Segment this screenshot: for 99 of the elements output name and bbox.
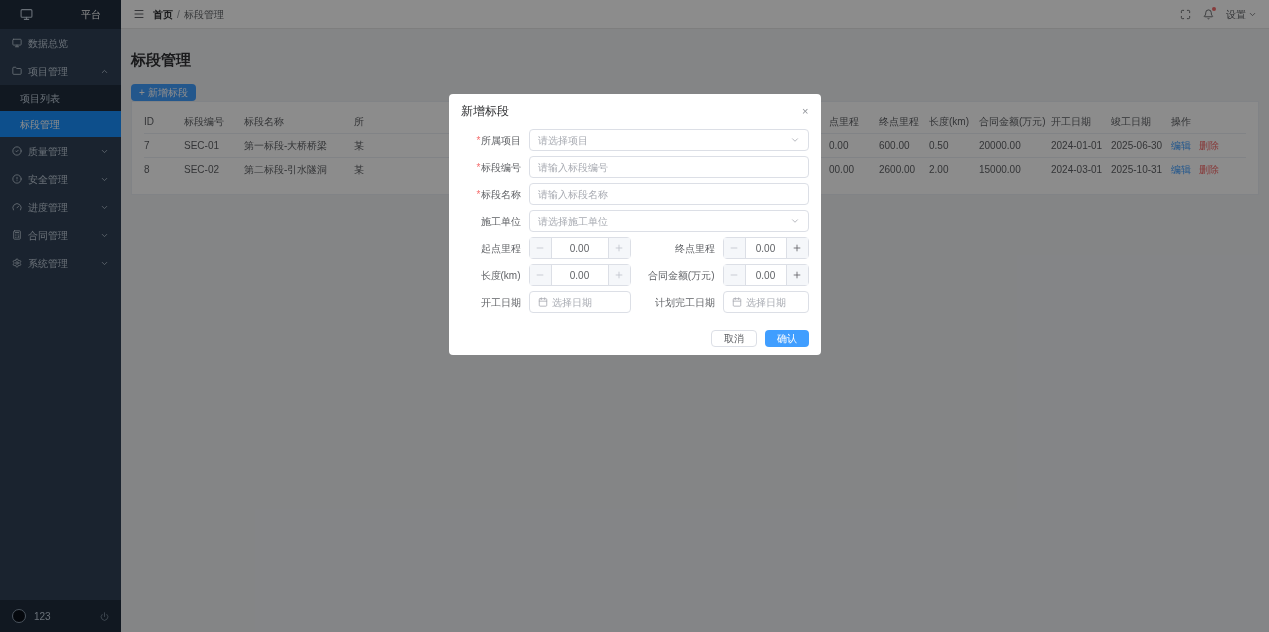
plus-icon	[614, 270, 624, 280]
table-cell: 2025-06-30	[1111, 140, 1163, 151]
field-label: 长度(km)	[479, 268, 521, 283]
plus-icon	[792, 243, 802, 253]
table-cell: 2025-10-31	[1111, 164, 1163, 176]
dialog-title: 新增标段	[460, 103, 509, 120]
table-cell: 20000.00	[979, 140, 1021, 151]
calculator-icon	[12, 230, 22, 240]
table-cell: 2024-03-01	[1051, 164, 1103, 176]
table-cell: 2.00	[929, 164, 949, 176]
column-header: 点里程	[829, 115, 859, 127]
table-cell: 600.00	[879, 140, 910, 151]
select-field[interactable]: 请选择项目	[528, 129, 809, 151]
table-cell: 2024-01-01	[1051, 140, 1103, 151]
cancel-button[interactable]: 取消	[710, 330, 757, 347]
number-value: 0.00	[568, 268, 591, 283]
settings-icon	[12, 258, 22, 268]
edit-link[interactable]: 编辑	[1171, 138, 1191, 153]
chevron-icon	[789, 135, 800, 145]
select-field[interactable]: 请选择施工单位	[528, 210, 809, 232]
menu-item[interactable]: 系统管理	[0, 249, 121, 277]
column-header: 竣工日期	[1111, 115, 1151, 127]
field-label: 计划完工日期	[653, 295, 715, 310]
plus-button[interactable]	[785, 265, 808, 285]
table-cell: 2600.00	[879, 164, 916, 176]
fullscreen-icon[interactable]	[1180, 8, 1191, 20]
plus-icon	[792, 270, 802, 280]
table-cell: 00.00	[829, 164, 855, 176]
breadcrumb-item[interactable]: 首页	[153, 6, 173, 22]
table-cell: 某	[354, 164, 364, 176]
table-cell: 15000.00	[979, 164, 1021, 176]
gauge-icon	[12, 202, 22, 212]
field-label: 终点里程	[673, 241, 715, 256]
column-header: 操作	[1171, 115, 1191, 127]
check-circle-icon	[12, 146, 22, 156]
edit-link[interactable]: 编辑	[1171, 162, 1191, 178]
monitor-icon	[20, 8, 33, 21]
calendar-icon	[731, 297, 742, 307]
avatar	[12, 609, 26, 623]
menu-item[interactable]: 合同管理	[0, 221, 121, 249]
number-value: 0.00	[568, 241, 591, 256]
column-header: 标段编号	[184, 115, 224, 127]
logo-text: 平台	[81, 8, 101, 22]
settings-menu[interactable]: 设置	[1226, 6, 1257, 22]
folder-icon	[12, 66, 22, 76]
plus-icon	[614, 243, 624, 253]
table-cell: 0.50	[929, 140, 949, 151]
bell-icon[interactable]	[1203, 8, 1214, 20]
date-field[interactable]: 选择日期	[722, 291, 809, 313]
table-cell: 某	[354, 140, 364, 151]
field-label: *所属项目	[475, 133, 521, 148]
column-header: 所	[354, 115, 364, 127]
monitor-icon	[12, 38, 22, 48]
table-cell: 8	[144, 164, 150, 176]
column-header: 合同金额(万元)	[979, 115, 1046, 127]
column-header: 终点里程	[879, 115, 919, 127]
breadcrumb-item[interactable]: 标段管理	[183, 6, 224, 22]
power-icon[interactable]	[100, 611, 109, 621]
number-value: 0.00	[754, 241, 777, 256]
calendar-icon	[537, 297, 548, 307]
input-field[interactable]: 请输入标段名称	[528, 183, 809, 205]
menu-item[interactable]: 项目管理	[0, 57, 121, 85]
number-value: 0.00	[754, 268, 777, 283]
field-label: *标段名称	[475, 187, 521, 202]
close-button[interactable]: ×	[802, 102, 809, 120]
column-header: 长度(km)	[929, 115, 969, 127]
confirm-button[interactable]: 确认	[764, 330, 809, 347]
breadcrumb-separator: /	[177, 7, 180, 22]
chevron-icon	[789, 216, 800, 226]
page-title: 标段管理	[131, 50, 192, 70]
table-cell: SEC-02	[184, 164, 219, 176]
table-cell: SEC-01	[184, 140, 219, 151]
date-field[interactable]: 选择日期	[528, 291, 631, 313]
table-cell: 7	[144, 140, 150, 151]
add-button[interactable]: + 新增标段	[131, 83, 196, 101]
column-header: 标段名称	[244, 115, 284, 127]
number-input[interactable]: 0.00	[722, 237, 809, 259]
field-label: *标段编号	[475, 160, 521, 175]
field-label: 合同金额(万元)	[646, 268, 715, 283]
delete-link[interactable]: 删除	[1199, 162, 1219, 178]
column-header: ID	[144, 115, 154, 127]
menu-item[interactable]: 安全管理	[0, 165, 121, 193]
user-name: 123	[34, 609, 51, 624]
menu-icon[interactable]	[133, 8, 145, 20]
menu-item[interactable]: 数据总览	[0, 29, 121, 57]
field-label: 起点里程	[479, 241, 521, 256]
number-input[interactable]: 0.00	[722, 264, 809, 286]
submenu-item[interactable]: 项目列表	[0, 85, 121, 111]
submenu-item[interactable]: 标段管理	[0, 111, 121, 137]
delete-link[interactable]: 删除	[1199, 138, 1219, 153]
field-label: 开工日期	[479, 295, 521, 310]
input-field[interactable]: 请输入标段编号	[528, 156, 809, 178]
field-label: 施工单位	[479, 214, 521, 229]
alert-circle-icon	[12, 174, 22, 184]
table-cell: 0.00	[829, 140, 849, 151]
column-header: 开工日期	[1051, 115, 1091, 127]
menu-item[interactable]: 质量管理	[0, 137, 121, 165]
plus-button[interactable]	[785, 238, 808, 258]
menu-item[interactable]: 进度管理	[0, 193, 121, 221]
